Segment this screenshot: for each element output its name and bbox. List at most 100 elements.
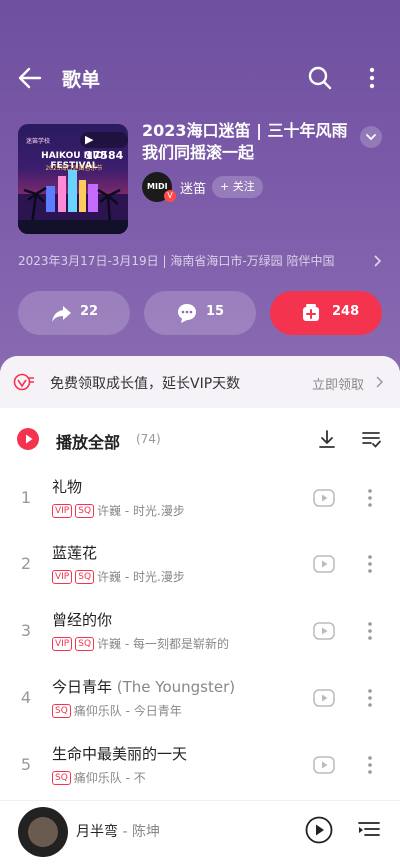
song-meta: VIP SQ 许巍 - 每一刻都是崭新的: [52, 633, 230, 651]
video-play-icon: [313, 689, 335, 707]
now-playing-info[interactable]: 月半弯 - 陈坤: [76, 821, 160, 841]
song-meta: VIP SQ 许巍 - 时光.漫步: [52, 500, 185, 518]
song-title-text: 曾经的你: [52, 611, 113, 629]
song-title-text: 礼物: [52, 478, 83, 496]
now-playing-cover[interactable]: [18, 807, 68, 857]
share-button[interactable]: 22: [18, 291, 130, 335]
chevron-right-icon: [376, 376, 384, 388]
song-more-button[interactable]: [360, 486, 380, 510]
song-meta: VIP SQ 许巍 - 时光.漫步: [52, 566, 185, 584]
claim-now-link[interactable]: 立即领取: [312, 374, 364, 393]
arrow-left-icon: [18, 67, 42, 89]
playlist-cover[interactable]: 迷笛学校 ▶ 17584 HAIKOU MIDI FESTIVAL 2023海口…: [18, 124, 128, 234]
search-button[interactable]: [304, 62, 336, 94]
vip-promo-banner[interactable]: 免费领取成长值，延长VIP天数 立即领取: [0, 356, 400, 408]
more-vertical-icon: [368, 555, 372, 573]
song-index: 3: [20, 621, 32, 640]
playlist-header: 歌单 迷笛学校 ▶ 17584 HAIKOU MIDI FESTIVAL 202…: [0, 0, 400, 372]
song-row[interactable]: 4 今日青年 (The Youngster) SQ 痛仰乐队 - 今日青年: [0, 668, 400, 734]
cover-festival-subtitle: 2023海口迷笛音乐节: [45, 165, 103, 172]
play-all-icon[interactable]: [17, 428, 39, 450]
now-playing-artist: - 陈坤: [118, 824, 160, 840]
mini-play-button[interactable]: [304, 815, 334, 845]
play-circle-icon: [305, 816, 333, 844]
more-vertical-icon: [368, 756, 372, 774]
playlist-queue-button[interactable]: [356, 817, 382, 843]
song-row[interactable]: 1 礼物 VIP SQ 许巍 - 时光.漫步: [0, 468, 400, 534]
song-more-button[interactable]: [360, 619, 380, 643]
song-artist-album: 许巍 - 每一刻都是崭新的: [97, 637, 230, 651]
collect-count: 248: [332, 304, 360, 319]
song-row[interactable]: 5 生命中最美丽的一天 SQ 痛仰乐队 - 不: [0, 735, 400, 801]
comment-count: 15: [206, 304, 225, 319]
video-play-icon: [313, 622, 335, 640]
song-artist-album: 许巍 - 时光.漫步: [97, 570, 185, 584]
video-play-icon: [313, 555, 335, 573]
song-title-text: 蓝莲花: [52, 544, 98, 562]
song-more-button[interactable]: [360, 552, 380, 576]
play-all-row: 播放全部 (74): [0, 424, 400, 458]
video-play-icon: [313, 489, 335, 507]
video-play-icon: [313, 756, 335, 774]
chevron-down-icon: [366, 134, 376, 141]
comment-button[interactable]: 15: [144, 291, 256, 335]
sq-tag: SQ: [75, 636, 95, 651]
list-check-icon: [362, 432, 381, 448]
song-more-button[interactable]: [360, 686, 380, 710]
play-video-button[interactable]: [312, 686, 336, 710]
song-title: 曾经的你: [52, 609, 112, 630]
more-vertical-icon: [369, 67, 375, 89]
back-button[interactable]: [14, 62, 46, 94]
track-count: (74): [136, 432, 161, 446]
song-artist-album: 许巍 - 时光.漫步: [97, 504, 185, 518]
now-playing-title: 月半弯: [76, 824, 118, 840]
status-bar: [0, 0, 400, 40]
description-text: 2023年3月17日-3月19日 | 海南省海口市-万绿园 陪伴中国: [18, 254, 335, 268]
expand-info-button[interactable]: [360, 126, 382, 148]
top-bar: 歌单: [0, 56, 400, 100]
verified-badge-icon: V: [164, 190, 176, 202]
artist-photo-image: [28, 817, 58, 847]
song-meta: SQ 痛仰乐队 - 今日青年: [52, 700, 182, 718]
sq-tag: SQ: [75, 569, 95, 584]
play-video-button[interactable]: [312, 486, 336, 510]
creator-name[interactable]: 迷笛: [180, 178, 206, 197]
song-artist-album: 痛仰乐队 - 今日青年: [73, 704, 182, 718]
song-index: 2: [20, 554, 32, 573]
collect-button[interactable]: 248: [270, 291, 382, 335]
more-options-button[interactable]: [358, 62, 386, 94]
add-collection-icon: [303, 304, 319, 321]
play-video-button[interactable]: [312, 753, 336, 777]
share-icon: [52, 306, 71, 322]
vip-tag: VIP: [52, 569, 73, 584]
mini-player[interactable]: 月半弯 - 陈坤: [0, 800, 400, 866]
song-title-text: 生命中最美丽的一天: [52, 745, 188, 763]
sq-tag: SQ: [52, 703, 71, 718]
song-row[interactable]: 2 蓝莲花 VIP SQ 许巍 - 时光.漫步: [0, 534, 400, 600]
search-icon: [308, 66, 332, 90]
song-title: 今日青年 (The Youngster): [52, 676, 235, 697]
more-vertical-icon: [368, 489, 372, 507]
multi-select-button[interactable]: [358, 426, 384, 452]
playlist-description[interactable]: 2023年3月17日-3月19日 | 海南省海口市-万绿园 陪伴中国: [18, 252, 388, 272]
song-meta: SQ 痛仰乐队 - 不: [52, 767, 146, 785]
vip-promo-text: 免费领取成长值，延长VIP天数: [50, 376, 241, 392]
vip-tag: VIP: [52, 636, 73, 651]
song-index: 5: [20, 755, 32, 774]
play-all-button[interactable]: 播放全部: [56, 429, 120, 453]
song-title: 蓝莲花: [52, 542, 97, 563]
play-count-badge: ▶ 17584: [80, 132, 128, 162]
play-video-button[interactable]: [312, 552, 336, 576]
song-row[interactable]: 3 曾经的你 VIP SQ 许巍 - 每一刻都是崭新的: [0, 601, 400, 667]
follow-button[interactable]: + 关注: [212, 176, 263, 198]
play-video-button[interactable]: [312, 619, 336, 643]
cover-school-label: 迷笛学校: [26, 138, 51, 145]
song-more-button[interactable]: [360, 753, 380, 777]
song-title: 生命中最美丽的一天: [52, 743, 187, 764]
more-vertical-icon: [368, 622, 372, 640]
playlist-title: 2023海口迷笛 | 三十年风雨 我们同摇滚一起: [142, 121, 348, 162]
download-button[interactable]: [314, 426, 340, 452]
share-count: 22: [80, 304, 99, 319]
queue-icon: [358, 822, 380, 836]
page-title: 歌单: [62, 69, 101, 91]
